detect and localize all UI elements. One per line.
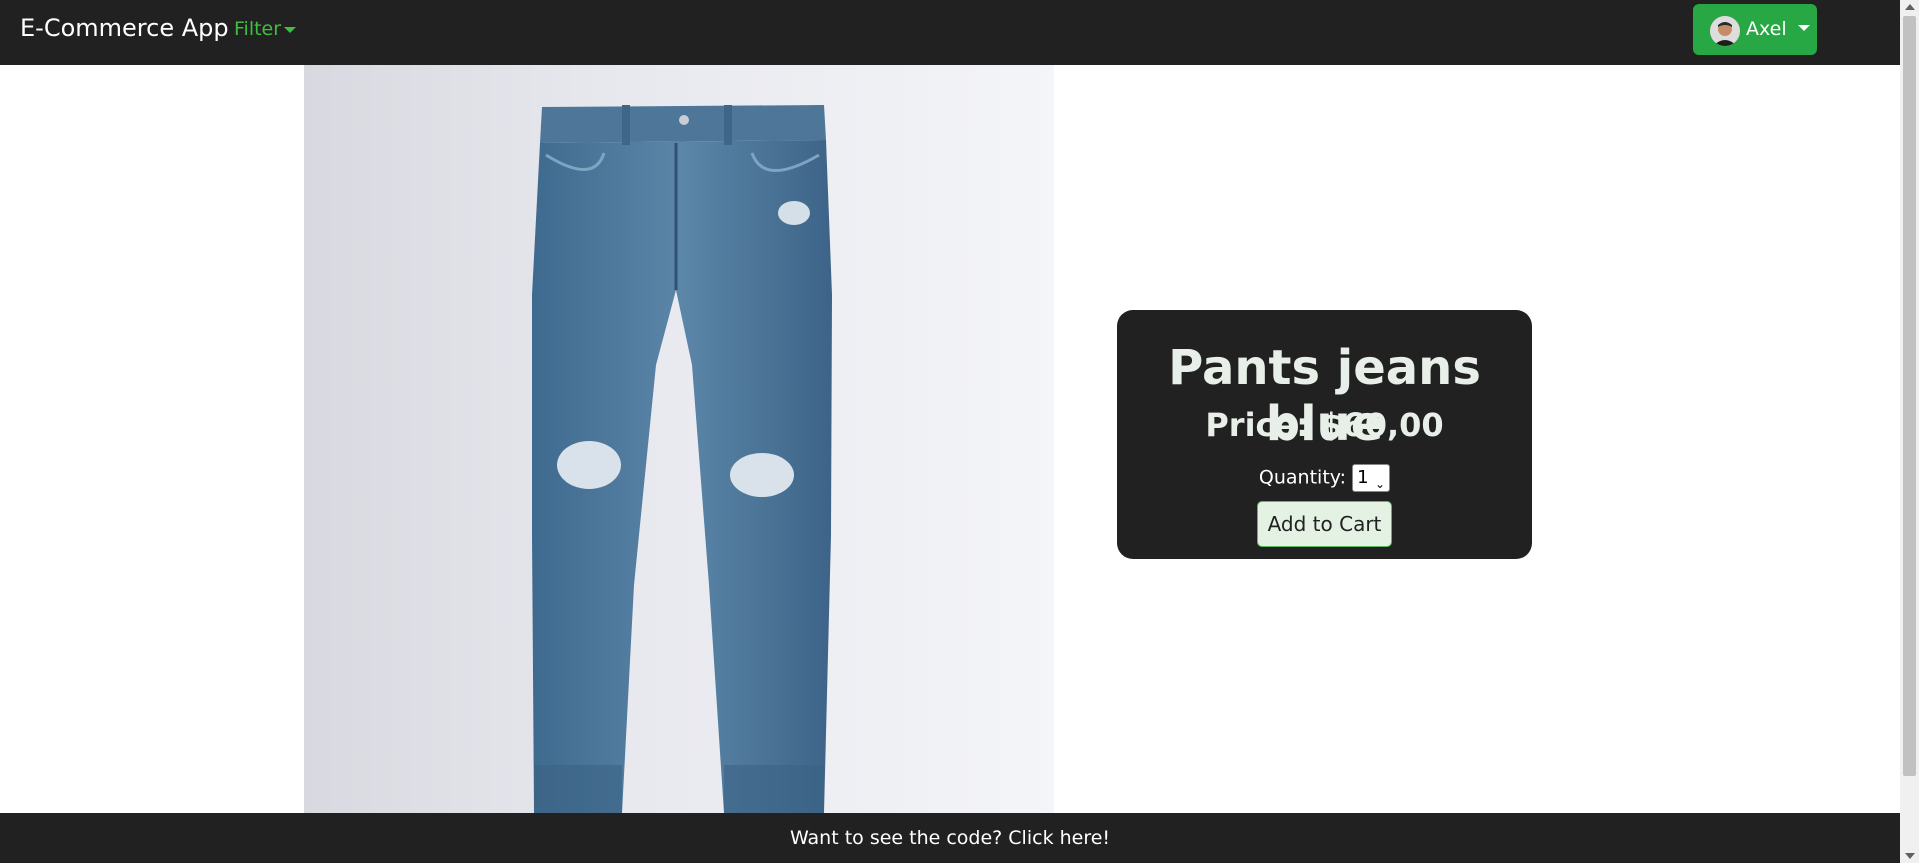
brand-title[interactable]: E-Commerce App	[20, 14, 229, 42]
caret-down-icon	[1798, 25, 1810, 31]
top-navbar: E-Commerce App Filter Axel	[0, 0, 1900, 65]
user-name: Axel	[1746, 18, 1787, 40]
quantity-select[interactable]: 1 ⌄	[1352, 464, 1391, 492]
product-image	[304, 65, 1054, 813]
product-info-card: Pants jeans blue Price: $60,00 Quantity:…	[1117, 310, 1532, 559]
quantity-value: 1	[1357, 467, 1369, 488]
filter-label: Filter	[234, 18, 282, 40]
product-price: Price: $60,00	[1205, 406, 1444, 444]
filter-dropdown[interactable]: Filter	[234, 18, 297, 40]
footer-code-link[interactable]: Want to see the code? Click here!	[0, 813, 1900, 863]
scroll-down-icon[interactable]	[1905, 853, 1915, 859]
vertical-scrollbar[interactable]	[1900, 0, 1919, 863]
quantity-label: Quantity:	[1258, 466, 1347, 489]
avatar	[1710, 16, 1740, 46]
caret-down-icon	[284, 26, 297, 33]
quantity-row: Quantity: 1 ⌄	[1117, 464, 1532, 492]
chevron-down-icon: ⌄	[1375, 477, 1386, 491]
scroll-up-icon[interactable]	[1905, 4, 1915, 10]
add-to-cart-button[interactable]: Add to Cart	[1257, 501, 1392, 547]
scrollbar-thumb[interactable]	[1903, 16, 1916, 776]
user-menu-button[interactable]: Axel	[1693, 4, 1817, 55]
